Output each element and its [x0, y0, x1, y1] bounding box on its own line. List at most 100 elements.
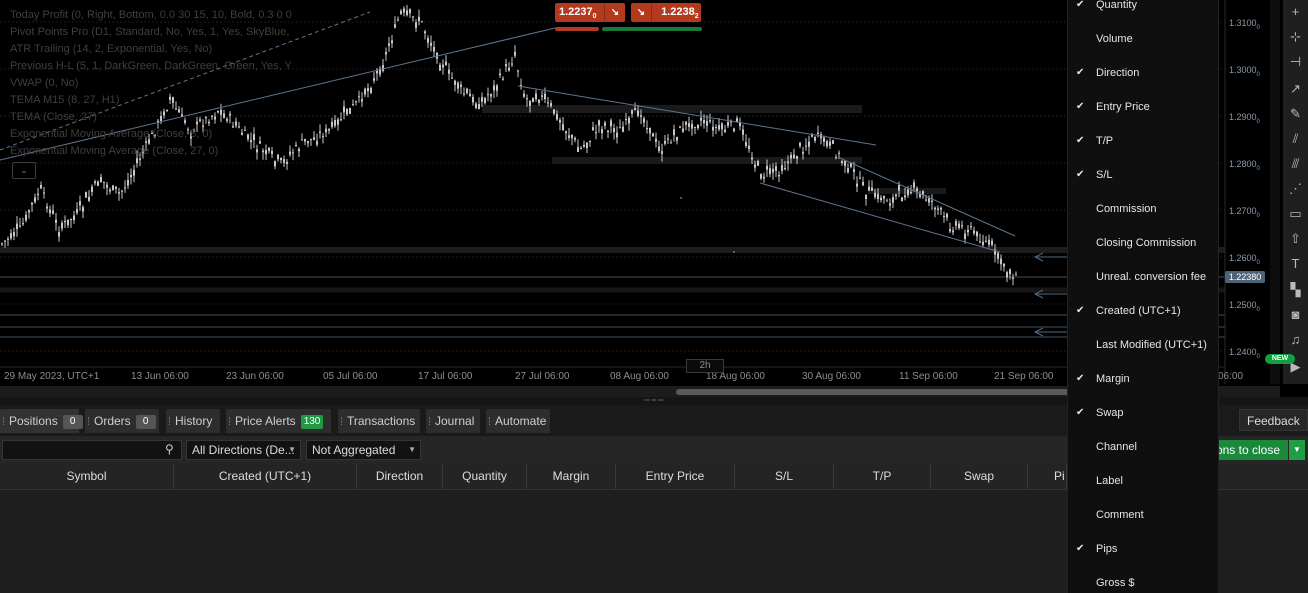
chart-vertical-scrollbar[interactable] — [1270, 0, 1280, 384]
rectangle-icon[interactable]: ▭ — [1287, 205, 1304, 222]
candle-body — [754, 164, 756, 168]
timeframe-label[interactable]: 2h — [686, 359, 724, 373]
candle-body — [619, 127, 621, 129]
column-toggle-item[interactable]: ✔ Pips — [1068, 539, 1218, 559]
trend-line-icon[interactable]: ↗ — [1287, 80, 1304, 97]
indicator-label[interactable]: Today Profit (0, Right, Bottom, 0.0 30 1… — [10, 9, 292, 26]
multi-crosshair-icon[interactable]: ⊹ — [1287, 28, 1304, 45]
indicator-label[interactable]: VWAP (0, No) — [10, 77, 292, 94]
candle-body — [43, 192, 45, 194]
column-header-created[interactable]: Created (UTC+1) — [174, 464, 357, 489]
candle-body — [382, 65, 384, 71]
text-tool-icon[interactable]: T — [1287, 255, 1304, 272]
feedback-button[interactable]: Feedback ▢ — [1239, 409, 1308, 450]
candle-body — [589, 140, 591, 143]
tab-orders[interactable]: Orders 0 — [85, 409, 159, 433]
candle-body — [682, 128, 684, 132]
candle-body — [1, 243, 3, 245]
column-toggle-label: S/L — [1096, 169, 1113, 181]
fibonacci-icon[interactable]: ⫻ — [1287, 155, 1304, 172]
column-toggle-item[interactable]: Channel — [1068, 437, 1218, 457]
column-toggle-item[interactable]: Comment — [1068, 505, 1218, 525]
indicator-label[interactable]: TEMA (Close, 27) — [10, 111, 292, 128]
column-toggle-item[interactable]: ✔ Margin — [1068, 369, 1218, 389]
candle-body — [355, 101, 357, 103]
buy-button[interactable]: ↘ 1.22382 — [631, 3, 701, 22]
fib-fan-icon[interactable]: ⋰ — [1287, 180, 1304, 197]
column-header-direction[interactable]: Direction — [357, 464, 443, 489]
indicator-label[interactable]: Exponential Moving Average (Close, 27, 0… — [10, 145, 292, 162]
candle-body — [766, 165, 768, 170]
channel-icon[interactable]: ⫽ — [1287, 130, 1304, 147]
tab-history[interactable]: History — [166, 409, 220, 433]
tab-automate[interactable]: Automate — [486, 409, 550, 433]
column-toggle-item[interactable]: ✔ Swap — [1068, 403, 1218, 423]
candle-body — [664, 140, 666, 144]
camera-icon[interactable]: ◙ — [1287, 306, 1304, 323]
candle-body — [1009, 269, 1011, 275]
indicator-label[interactable]: Exponential Moving Average (Close, 8, 0) — [10, 128, 292, 145]
column-toggle-item[interactable]: Last Modified (UTC+1) — [1068, 335, 1218, 355]
candle-body — [481, 97, 483, 102]
column-header-swap[interactable]: Swap — [931, 464, 1028, 489]
candle-body — [130, 174, 132, 178]
column-toggle-item[interactable]: Gross $ — [1068, 573, 1218, 593]
column-toggle-item[interactable]: ✔ T/P — [1068, 131, 1218, 151]
column-toggle-item[interactable]: ✔ Created (UTC+1) — [1068, 301, 1218, 321]
candle-body — [124, 187, 126, 189]
candle-body — [370, 88, 372, 93]
column-toggle-label: Quantity — [1096, 0, 1137, 11]
arrow-up-icon[interactable]: ⇧ — [1287, 230, 1304, 247]
column-toggle-item[interactable]: Label — [1068, 471, 1218, 491]
crosshair-icon[interactable]: + — [1287, 3, 1304, 20]
candle-body — [571, 134, 573, 139]
column-toggle-item[interactable]: Unreal. conversion fee — [1068, 267, 1218, 287]
indicator-label[interactable]: Pivot Points Pro (D1, Standard, No, Yes,… — [10, 26, 292, 43]
tab-positions[interactable]: Positions 0 — [0, 409, 83, 433]
candle-body — [28, 210, 30, 213]
scrollbar-thumb[interactable] — [676, 389, 1076, 395]
direction-filter-dropdown[interactable]: All Directions (De... ▼ — [186, 440, 301, 460]
horizontal-line-icon[interactable]: ⊣ — [1287, 53, 1304, 70]
sell-button[interactable]: 1.22370 ↘ — [555, 3, 625, 22]
candle-body — [793, 154, 795, 159]
candle-body — [595, 132, 597, 134]
symbol-search-input[interactable] — [2, 440, 182, 460]
indicator-label[interactable]: TEMA M15 (8, 27, H1) — [10, 94, 292, 111]
chevron-down-icon: ▼ — [408, 445, 416, 454]
collapse-indicators-button[interactable]: ⌄ — [12, 162, 36, 179]
column-toggle-item[interactable]: Commission — [1068, 199, 1218, 219]
bell-icon[interactable]: ♫ — [1287, 331, 1304, 348]
pen-icon[interactable]: ✎ — [1287, 105, 1304, 122]
column-toggle-item[interactable]: ✔ Quantity — [1068, 0, 1218, 15]
aggregation-dropdown[interactable]: Not Aggregated ▼ — [306, 440, 421, 460]
current-price-tag: 1.22380 — [1225, 271, 1265, 283]
column-toggle-item[interactable]: Closing Commission — [1068, 233, 1218, 253]
indicator-label[interactable]: Previous H-L (5, 1, DarkGreen, DarkGreen… — [10, 60, 292, 77]
indicator-label[interactable]: ATR Trailing (14, 2, Exponential, Yes, N… — [10, 43, 292, 60]
column-header-margin[interactable]: Margin — [527, 464, 616, 489]
column-toggle-item[interactable]: ✔ S/L — [1068, 165, 1218, 185]
column-toggle-item[interactable]: ✔ Entry Price — [1068, 97, 1218, 117]
checkerboard-icon[interactable]: ▚ — [1287, 281, 1304, 298]
candle-body — [337, 119, 339, 125]
candle-body — [847, 168, 849, 173]
tab-journal[interactable]: Journal — [426, 409, 480, 433]
checkmark-icon: ✔ — [1076, 0, 1085, 10]
price-tick-label: 1.28000 — [1229, 159, 1260, 172]
column-header-sl[interactable]: S/L — [735, 464, 834, 489]
column-header-quantity[interactable]: Quantity — [443, 464, 527, 489]
tab-price-alerts[interactable]: Price Alerts 130 — [226, 409, 331, 433]
column-toggle-item[interactable]: Volume — [1068, 29, 1218, 49]
candle-body — [484, 98, 486, 104]
column-header-pips[interactable]: Pi — [1028, 464, 1067, 489]
column-toggle-item[interactable]: ✔ Direction — [1068, 63, 1218, 83]
column-header-tp[interactable]: T/P — [834, 464, 931, 489]
column-header-entry-price[interactable]: Entry Price — [616, 464, 735, 489]
tab-transactions[interactable]: Transactions — [338, 409, 420, 433]
candle-body — [445, 61, 447, 65]
close-options-dropdown[interactable]: ▼ — [1289, 440, 1305, 460]
candle-body — [541, 95, 543, 97]
search-icon[interactable]: ⚲ — [165, 442, 174, 456]
column-header-symbol[interactable]: Symbol — [0, 464, 174, 489]
